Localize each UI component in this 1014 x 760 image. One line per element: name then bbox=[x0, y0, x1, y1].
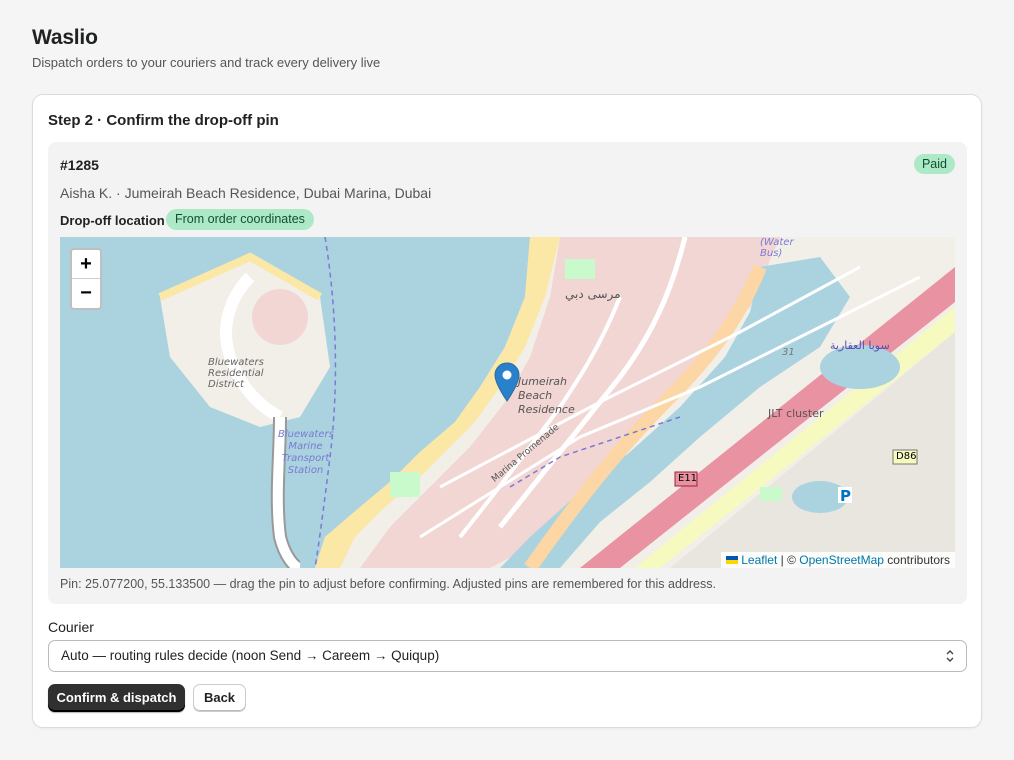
customer-address: Aisha K. · Jumeirah Beach Residence, Dub… bbox=[60, 185, 432, 201]
location-source-badge: From order coordinates bbox=[166, 209, 314, 230]
ukraine-flag-icon bbox=[726, 556, 739, 564]
osm-link[interactable]: OpenStreetMap bbox=[799, 553, 884, 567]
pin-coordinates-note: Pin: 25.077200, 55.133500 — drag the pin… bbox=[60, 577, 716, 591]
map-tiles[interactable] bbox=[60, 237, 955, 568]
parking-icon: P bbox=[840, 487, 851, 505]
attribution-tail: contributors bbox=[883, 553, 950, 567]
dispatch-card: Step 2 · Confirm the drop-off pin #1285 … bbox=[32, 94, 982, 728]
map-attribution: Leaflet | © OpenStreetMap contributors bbox=[721, 552, 955, 568]
attribution-separator: | © bbox=[777, 553, 800, 567]
map-label-bluewaters: Bluewaters Residential District bbox=[208, 357, 264, 390]
leaflet-link[interactable]: Leaflet bbox=[741, 553, 777, 567]
map-label-e11: E11 bbox=[678, 473, 698, 484]
drop-off-pin-icon[interactable] bbox=[494, 362, 520, 402]
order-id: #1285 bbox=[60, 157, 99, 173]
back-button[interactable]: Back bbox=[193, 684, 246, 712]
courier-select[interactable]: Auto — routing rules decide (noon Send →… bbox=[48, 640, 967, 672]
drop-off-label: Drop-off location bbox=[60, 213, 165, 228]
map-label-marsa: مرسى دبي bbox=[565, 287, 621, 301]
status-badge: Paid bbox=[913, 154, 955, 174]
map-label-jlt: JLT cluster bbox=[768, 407, 824, 420]
zoom-out-button[interactable]: − bbox=[72, 279, 100, 308]
courier-select-value: Auto — routing rules decide (noon Send →… bbox=[61, 648, 440, 663]
map[interactable]: Bluewaters Residential District Bluewate… bbox=[60, 237, 955, 568]
map-label-jbr: Jumeirah Beach Residence bbox=[518, 375, 575, 416]
map-label-sobha: سوبا العقارية bbox=[830, 339, 890, 352]
zoom-control: + − bbox=[70, 248, 102, 310]
step-title: Step 2 · Confirm the drop-off pin bbox=[48, 112, 279, 129]
confirm-dispatch-button[interactable]: Confirm & dispatch bbox=[48, 684, 185, 712]
map-label-water-bus: (Water Bus) bbox=[760, 237, 794, 259]
order-panel: #1285 Paid Aisha K. · Jumeirah Beach Res… bbox=[48, 142, 967, 604]
map-label-bluewaters-station: Bluewaters Marine Transport Station bbox=[278, 429, 334, 476]
courier-label: Courier bbox=[48, 619, 94, 635]
chevron-updown-icon bbox=[945, 641, 955, 671]
zoom-in-button[interactable]: + bbox=[72, 250, 100, 279]
map-label-31: 31 bbox=[782, 347, 795, 358]
app-subtitle: Dispatch orders to your couriers and tra… bbox=[32, 55, 381, 70]
app-title: Waslio bbox=[32, 26, 98, 49]
map-label-d86: D86 bbox=[896, 451, 917, 462]
